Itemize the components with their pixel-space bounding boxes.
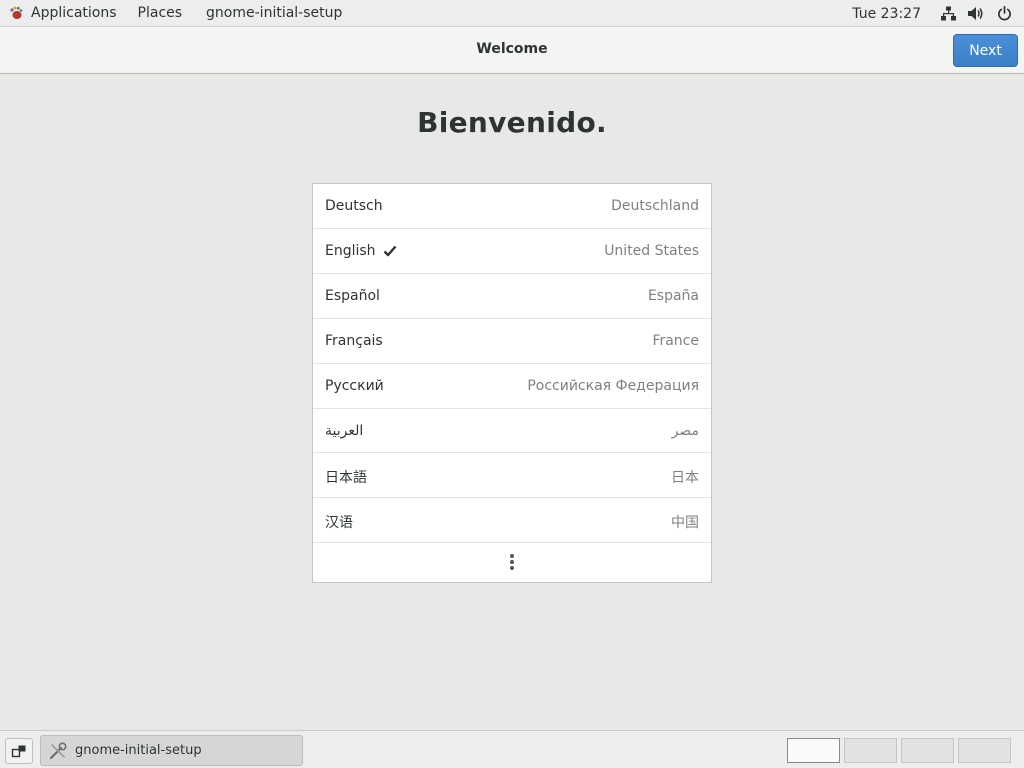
language-region: France <box>652 333 699 349</box>
applications-label: Applications <box>31 5 117 21</box>
language-region: Российская Федерация <box>527 378 699 394</box>
active-app-label: gnome-initial-setup <box>206 5 343 21</box>
language-name: 汉语 <box>325 515 353 531</box>
language-name: Deutsch <box>325 198 383 214</box>
top-panel-status-area: Tue 23:27 <box>852 0 1024 27</box>
workspace-3[interactable] <box>901 738 954 763</box>
more-languages-button[interactable] <box>313 542 711 582</box>
language-row-japanese[interactable]: 日本語 日本 <box>313 453 711 498</box>
language-region: مصر <box>671 423 699 439</box>
workspace-4[interactable] <box>958 738 1011 763</box>
workspace-1[interactable] <box>787 738 840 763</box>
language-name: Français <box>325 333 383 349</box>
bottom-panel: gnome-initial-setup <box>0 730 1024 768</box>
language-region: United States <box>604 243 699 259</box>
language-region: Deutschland <box>611 198 699 214</box>
network-wired-icon[interactable] <box>940 6 956 22</box>
language-row-espanol[interactable]: Español España <box>313 274 711 319</box>
show-desktop-button[interactable] <box>5 738 33 764</box>
active-app-menu[interactable]: gnome-initial-setup <box>206 0 342 27</box>
language-region: España <box>647 288 699 304</box>
taskbar-window-label: gnome-initial-setup <box>75 743 202 758</box>
checkmark-icon <box>383 245 397 257</box>
show-desktop-icon <box>11 745 26 758</box>
settings-tools-icon <box>49 741 67 759</box>
language-name: 日本語 <box>325 470 367 486</box>
language-name: العربية <box>325 423 364 439</box>
places-menu[interactable]: Places <box>138 0 207 27</box>
applications-menu[interactable]: Applications <box>0 0 138 27</box>
welcome-heading: Bienvenido. <box>417 106 607 139</box>
language-row-arabic[interactable]: العربية مصر <box>313 409 711 453</box>
language-row-deutsch[interactable]: Deutsch Deutschland <box>313 184 711 229</box>
header-title: Welcome <box>476 41 548 57</box>
speaker-volume-icon[interactable] <box>968 6 984 22</box>
language-region: 日本 <box>671 470 699 486</box>
language-row-francais[interactable]: Français France <box>313 319 711 364</box>
language-row-chinese[interactable]: 汉语 中国 <box>313 498 711 543</box>
clock[interactable]: Tue 23:27 <box>852 6 921 22</box>
language-name: English <box>325 243 376 259</box>
top-panel: Applications Places gnome-initial-setup … <box>0 0 1024 27</box>
language-list: Deutsch Deutschland English United State… <box>312 183 712 583</box>
gnome-foot-icon <box>10 6 23 19</box>
language-region: 中国 <box>671 515 699 531</box>
power-icon[interactable] <box>996 6 1012 22</box>
vertical-ellipsis-icon <box>510 554 514 570</box>
places-label: Places <box>137 5 183 21</box>
taskbar-window-button[interactable]: gnome-initial-setup <box>40 735 303 766</box>
header-bar: Welcome Next <box>0 27 1024 74</box>
language-row-english[interactable]: English United States <box>313 229 711 274</box>
language-row-russian[interactable]: Русский Российская Федерация <box>313 364 711 409</box>
language-name: Русский <box>325 378 384 394</box>
language-name: Español <box>325 288 380 304</box>
workspace-2[interactable] <box>844 738 897 763</box>
next-button[interactable]: Next <box>953 34 1018 67</box>
